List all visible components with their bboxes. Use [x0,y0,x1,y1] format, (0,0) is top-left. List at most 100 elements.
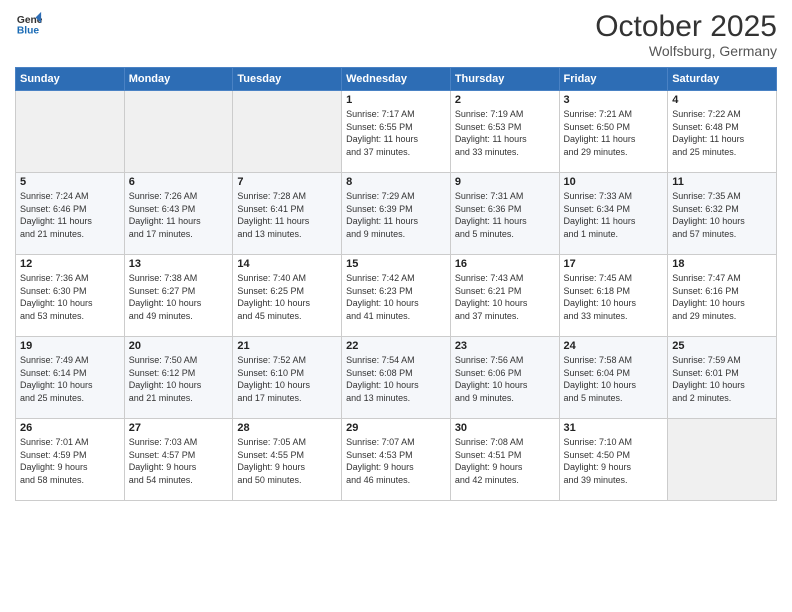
day-number: 24 [564,340,664,352]
day-number: 23 [455,340,555,352]
day-cell: 25Sunrise: 7:59 AM Sunset: 6:01 PM Dayli… [668,337,777,419]
day-number: 7 [237,176,337,188]
day-info: Sunrise: 7:29 AM Sunset: 6:39 PM Dayligh… [346,190,446,240]
day-cell: 15 Sunrise: 7:42 AM Sunset: 6:23 PM Dayli… [342,255,451,337]
day-number: 17 [564,258,664,270]
day-info: Sunrise: 7:03 AM Sunset: 4:57 PM Dayligh… [129,436,229,486]
day-cell: 20 Sunrise: 7:50 AM Sunset: 6:12 PM Dayli… [124,337,233,419]
header-cell-wednesday: Wednesday [342,68,451,91]
day-info: Sunrise: 7:31 AM Sunset: 6:36 PM Dayligh… [455,190,555,240]
day-info: Sunrise: 7:35 AM Sunset: 6:32 PM Dayligh… [672,190,772,240]
day-info: Sunrise: 7:40 AM Sunset: 6:25 PM Dayligh… [237,272,337,322]
day-cell: 10 Sunrise: 7:33 AM Sunset: 6:34 PM Dayli… [559,173,668,255]
day-cell: 6 Sunrise: 7:26 AM Sunset: 6:43 PM Daylig… [124,173,233,255]
day-info: Sunrise: 7:28 AM Sunset: 6:41 PM Dayligh… [237,190,337,240]
week-row-3: 12 Sunrise: 7:36 AM Sunset: 6:30 PM Dayli… [16,255,777,337]
day-number: 14 [237,258,337,270]
day-cell: 30Sunrise: 7:08 AM Sunset: 4:51 PM Dayli… [450,419,559,501]
header-row: SundayMondayTuesdayWednesdayThursdayFrid… [16,68,777,91]
day-number: 29 [346,422,446,434]
day-cell: 11Sunrise: 7:35 AM Sunset: 6:32 PM Dayli… [668,173,777,255]
day-cell: 13 Sunrise: 7:38 AM Sunset: 6:27 PM Dayli… [124,255,233,337]
day-info: Sunrise: 7:38 AM Sunset: 6:27 PM Dayligh… [129,272,229,322]
day-info: Sunrise: 7:17 AM Sunset: 6:55 PM Dayligh… [346,108,446,158]
day-number: 9 [455,176,555,188]
day-cell: 24 Sunrise: 7:58 AM Sunset: 6:04 PM Dayli… [559,337,668,419]
day-info: Sunrise: 7:54 AM Sunset: 6:08 PM Dayligh… [346,354,446,404]
day-cell: 8Sunrise: 7:29 AM Sunset: 6:39 PM Daylig… [342,173,451,255]
day-cell: 23 Sunrise: 7:56 AM Sunset: 6:06 PM Dayli… [450,337,559,419]
header-cell-thursday: Thursday [450,68,559,91]
day-info: Sunrise: 7:42 AM Sunset: 6:23 PM Dayligh… [346,272,446,322]
day-info: Sunrise: 7:49 AM Sunset: 6:14 PM Dayligh… [20,354,120,404]
day-cell: 9 Sunrise: 7:31 AM Sunset: 6:36 PM Daylig… [450,173,559,255]
header-cell-sunday: Sunday [16,68,125,91]
day-cell: 19 Sunrise: 7:49 AM Sunset: 6:14 PM Dayli… [16,337,125,419]
week-row-4: 19 Sunrise: 7:49 AM Sunset: 6:14 PM Dayli… [16,337,777,419]
day-number: 6 [129,176,229,188]
header-cell-friday: Friday [559,68,668,91]
day-info: Sunrise: 7:22 AM Sunset: 6:48 PM Dayligh… [672,108,772,158]
header-cell-tuesday: Tuesday [233,68,342,91]
month-title: October 2025 [595,10,777,43]
day-number: 21 [237,340,337,352]
title-block: October 2025 Wolfsburg, Germany [595,10,777,59]
day-number: 13 [129,258,229,270]
day-cell: 18Sunrise: 7:47 AM Sunset: 6:16 PM Dayli… [668,255,777,337]
day-cell: 27 Sunrise: 7:03 AM Sunset: 4:57 PM Dayli… [124,419,233,501]
day-info: Sunrise: 7:56 AM Sunset: 6:06 PM Dayligh… [455,354,555,404]
day-info: Sunrise: 7:47 AM Sunset: 6:16 PM Dayligh… [672,272,772,322]
day-info: Sunrise: 7:50 AM Sunset: 6:12 PM Dayligh… [129,354,229,404]
day-info: Sunrise: 7:01 AM Sunset: 4:59 PM Dayligh… [20,436,120,486]
day-number: 10 [564,176,664,188]
day-cell: 7 Sunrise: 7:28 AM Sunset: 6:41 PM Daylig… [233,173,342,255]
day-number: 27 [129,422,229,434]
day-cell [233,91,342,173]
day-number: 3 [564,94,664,106]
day-cell: 31Sunrise: 7:10 AM Sunset: 4:50 PM Dayli… [559,419,668,501]
header-cell-monday: Monday [124,68,233,91]
day-number: 16 [455,258,555,270]
day-cell: 1Sunrise: 7:17 AM Sunset: 6:55 PM Daylig… [342,91,451,173]
day-info: Sunrise: 7:52 AM Sunset: 6:10 PM Dayligh… [237,354,337,404]
day-cell [668,419,777,501]
day-number: 30 [455,422,555,434]
day-info: Sunrise: 7:26 AM Sunset: 6:43 PM Dayligh… [129,190,229,240]
day-info: Sunrise: 7:43 AM Sunset: 6:21 PM Dayligh… [455,272,555,322]
day-info: Sunrise: 7:36 AM Sunset: 6:30 PM Dayligh… [20,272,120,322]
day-number: 2 [455,94,555,106]
header-cell-saturday: Saturday [668,68,777,91]
day-number: 20 [129,340,229,352]
day-number: 5 [20,176,120,188]
day-cell: 28Sunrise: 7:05 AM Sunset: 4:55 PM Dayli… [233,419,342,501]
calendar-table: SundayMondayTuesdayWednesdayThursdayFrid… [15,67,777,501]
day-cell: 14 Sunrise: 7:40 AM Sunset: 6:25 PM Dayli… [233,255,342,337]
day-cell [124,91,233,173]
day-cell: 3Sunrise: 7:21 AM Sunset: 6:50 PM Daylig… [559,91,668,173]
logo-icon: General Blue [15,10,43,38]
day-number: 31 [564,422,664,434]
day-number: 19 [20,340,120,352]
day-cell: 29Sunrise: 7:07 AM Sunset: 4:53 PM Dayli… [342,419,451,501]
day-info: Sunrise: 7:19 AM Sunset: 6:53 PM Dayligh… [455,108,555,158]
week-row-2: 5 Sunrise: 7:24 AM Sunset: 6:46 PM Daylig… [16,173,777,255]
day-info: Sunrise: 7:58 AM Sunset: 6:04 PM Dayligh… [564,354,664,404]
week-row-1: 1Sunrise: 7:17 AM Sunset: 6:55 PM Daylig… [16,91,777,173]
day-cell: 16 Sunrise: 7:43 AM Sunset: 6:21 PM Dayli… [450,255,559,337]
week-row-5: 26Sunrise: 7:01 AM Sunset: 4:59 PM Dayli… [16,419,777,501]
day-number: 4 [672,94,772,106]
day-number: 15 [346,258,446,270]
day-info: Sunrise: 7:24 AM Sunset: 6:46 PM Dayligh… [20,190,120,240]
day-info: Sunrise: 7:45 AM Sunset: 6:18 PM Dayligh… [564,272,664,322]
day-info: Sunrise: 7:05 AM Sunset: 4:55 PM Dayligh… [237,436,337,486]
page-header: General Blue October 2025 Wolfsburg, Ger… [15,10,777,59]
svg-text:Blue: Blue [17,25,40,36]
day-number: 12 [20,258,120,270]
location-subtitle: Wolfsburg, Germany [595,43,777,59]
day-cell: 26Sunrise: 7:01 AM Sunset: 4:59 PM Dayli… [16,419,125,501]
day-number: 22 [346,340,446,352]
day-cell [16,91,125,173]
day-cell: 17 Sunrise: 7:45 AM Sunset: 6:18 PM Dayli… [559,255,668,337]
day-info: Sunrise: 7:33 AM Sunset: 6:34 PM Dayligh… [564,190,664,240]
day-number: 25 [672,340,772,352]
